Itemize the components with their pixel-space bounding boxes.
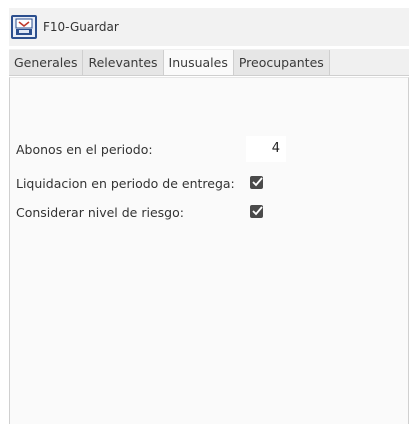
riesgo-checkbox[interactable] [250,205,263,218]
abonos-label: Abonos en el periodo: [16,141,153,157]
check-icon [252,206,263,216]
save-button[interactable]: F10-Guardar [11,11,119,43]
riesgo-label: Considerar nivel de riesgo: [16,204,184,220]
check-icon [252,177,263,187]
abonos-input[interactable]: 4 [246,136,286,162]
tab-generales[interactable]: Generales [9,50,84,75]
inusuales-panel: Abonos en el periodo: 4 Liquidacion en p… [9,77,409,424]
tab-bar: Generales Relevantes Inusuales Preocupan… [9,49,409,76]
save-icon [11,15,37,39]
liquidacion-label: Liquidacion en periodo de entrega: [16,175,235,191]
riesgo-row: Considerar nivel de riesgo: [16,200,184,224]
tab-inusuales[interactable]: Inusuales [163,50,234,75]
tab-relevantes[interactable]: Relevantes [83,50,164,75]
liquidacion-row: Liquidacion en periodo de entrega: [16,171,235,195]
abonos-row: Abonos en el periodo: [16,137,153,161]
tab-preocupantes[interactable]: Preocupantes [233,50,330,75]
save-button-label: F10-Guardar [43,20,119,34]
liquidacion-checkbox[interactable] [250,176,263,189]
toolbar: F10-Guardar [9,8,409,46]
